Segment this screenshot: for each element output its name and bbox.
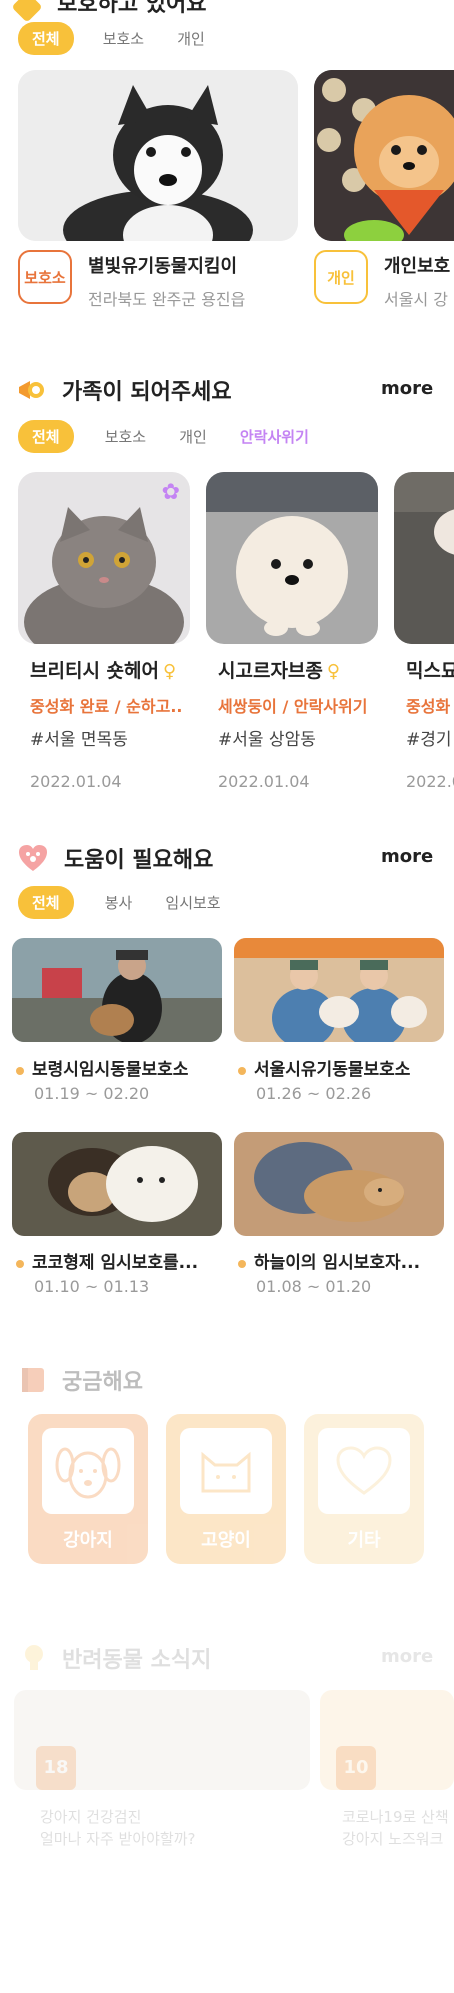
paw-heart-icon: [18, 844, 48, 872]
faq-section-header: 궁금해요: [20, 1364, 143, 1396]
news-day-badge-1: 18: [36, 1746, 76, 1790]
help-item-2-name: 서울시유기동물보호소: [254, 1060, 411, 1080]
top-section-icon: [11, 0, 43, 23]
help-item-2-dates: 01.26 ~ 02.26: [256, 1084, 372, 1103]
help-photo-1[interactable]: [12, 938, 222, 1042]
sigor-dog-photo[interactable]: [206, 472, 378, 644]
husky-photo[interactable]: [18, 70, 298, 241]
faq-etc-label: 기타: [347, 1530, 381, 1551]
news-section-title: 반려동물 소식지: [62, 1648, 212, 1673]
filter-all[interactable]: 전체: [18, 886, 74, 919]
filter-euthanasia-risk[interactable]: 안락사위기: [226, 420, 323, 453]
female-icon: ♀: [162, 661, 177, 682]
family-card-2-name: 시고르자브종: [218, 660, 323, 682]
help-item-4-name: 하늘이의 임시보호자...: [254, 1253, 421, 1273]
family-section-title: 가족이 되어주세요: [62, 380, 232, 405]
bullet-dot: [238, 1259, 246, 1268]
book-icon: [20, 1366, 46, 1394]
family-card-2-date: 2022.01.04: [218, 772, 310, 791]
filter-personal[interactable]: 개인: [165, 420, 221, 453]
bullet-dot: [16, 1066, 24, 1075]
dog-face-icon: [42, 1428, 134, 1514]
top-card-1-location: 전라북도 완주군 용진읍: [88, 290, 246, 309]
news-item-2-subtitle: 강아지 노즈워크: [342, 1830, 444, 1848]
help-more-link[interactable]: more: [381, 846, 433, 867]
top-card-2-location: 서울시 강: [384, 290, 448, 309]
help-item-3-name: 코코형제 임시보호를...: [32, 1253, 199, 1273]
news-item-2[interactable]: 코로나19로 산책 강아지 노즈워크: [342, 1806, 454, 1850]
family-more-link[interactable]: more: [381, 378, 433, 399]
british-shorthair-photo[interactable]: ✿: [18, 472, 190, 644]
help-photo-3[interactable]: [12, 1132, 222, 1236]
top-section-title: 보호하고 있어요: [57, 0, 207, 17]
family-card-1-name: 브리티시 숏헤어: [30, 660, 159, 682]
help-photo-4[interactable]: [234, 1132, 444, 1236]
filter-volunteer[interactable]: 봉사: [91, 886, 147, 919]
faq-cat-card[interactable]: 고양이: [166, 1414, 286, 1564]
personal-badge: 개인: [314, 250, 368, 304]
megaphone-icon: [16, 377, 46, 403]
flower-icon[interactable]: ✿: [162, 480, 180, 505]
news-item-1-subtitle: 얼마나 자주 받아야할까?: [40, 1830, 196, 1848]
filter-shelter[interactable]: 보호소: [91, 420, 160, 453]
news-item-2-title: 코로나19로 산책: [342, 1808, 449, 1826]
top-filter-row: 전체 보호소 개인: [18, 22, 219, 55]
filter-all[interactable]: 전체: [18, 420, 74, 453]
heart-icon: [318, 1428, 410, 1514]
help-item-1-name: 보령시임시동물보호소: [32, 1060, 189, 1080]
help-filter-row: 전체 봉사 임시보호: [18, 886, 235, 919]
faq-section-title: 궁금해요: [62, 1370, 143, 1395]
shelter-badge: 보호소: [18, 250, 72, 304]
lightbulb-icon: [22, 1643, 46, 1673]
top-card-1-info[interactable]: 별빛유기동물지킴이 전라북도 완주군 용진읍: [88, 252, 245, 310]
filter-temp-care[interactable]: 임시보호: [151, 886, 234, 919]
faq-dog-label: 강아지: [63, 1530, 113, 1551]
mix-cat-photo[interactable]: [394, 472, 454, 644]
pomeranian-photo[interactable]: [314, 70, 454, 241]
top-card-2-name: 개인보호: [384, 256, 451, 277]
cat-face-icon: [180, 1428, 272, 1514]
family-card-1[interactable]: 브리티시 숏헤어 ♀ 중성화 완료 / 순하고.. #서울 면목동 2022.01…: [30, 656, 200, 791]
top-section-header: 보호하고 있어요: [11, 0, 207, 23]
help-item-1[interactable]: 보령시임시동물보호소 01.19 ~ 02.20: [16, 1055, 188, 1103]
family-card-2-location: #서울 상암동: [218, 730, 316, 750]
help-item-2[interactable]: 서울시유기동물보호소 01.26 ~ 02.26: [238, 1055, 410, 1103]
family-card-2[interactable]: 시고르자브종 ♀ 세쌍둥이 / 안락사위기 #서울 상암동 2022.01.04: [218, 656, 388, 791]
news-day-badge-2: 10: [336, 1746, 376, 1790]
faq-etc-card[interactable]: 기타: [304, 1414, 424, 1564]
bullet-dot: [16, 1259, 24, 1268]
family-card-1-location: #서울 면목동: [30, 730, 128, 750]
female-icon: ♀: [326, 661, 341, 682]
family-section-header: 가족이 되어주세요: [16, 374, 232, 406]
top-card-1-name: 별빛유기동물지킴이: [88, 256, 238, 277]
family-card-2-status: 세쌍둥이 / 안락사위기: [218, 697, 368, 716]
help-item-3-dates: 01.10 ~ 01.13: [34, 1277, 150, 1296]
help-section-title: 도움이 필요해요: [64, 848, 214, 873]
family-card-3-status: 중성화: [406, 697, 451, 716]
family-card-1-status: 중성화 완료 / 순하고..: [30, 697, 183, 716]
family-card-3-date: 2022.0: [406, 772, 454, 791]
family-card-3-location: #경기: [406, 730, 452, 750]
help-item-3[interactable]: 코코형제 임시보호를... 01.10 ~ 01.13: [16, 1248, 198, 1296]
help-item-4[interactable]: 하늘이의 임시보호자... 01.08 ~ 01.20: [238, 1248, 420, 1296]
family-filter-row: 전체 보호소 개인 안락사위기: [18, 420, 323, 453]
news-more-link[interactable]: more: [381, 1646, 433, 1667]
bullet-dot: [238, 1066, 246, 1075]
faq-dog-card[interactable]: 강아지: [28, 1414, 148, 1564]
news-section-header: 반려동물 소식지: [22, 1642, 211, 1674]
news-item-1[interactable]: 강아지 건강검진 얼마나 자주 받아야할까?: [40, 1806, 196, 1850]
help-item-4-dates: 01.08 ~ 01.20: [256, 1277, 372, 1296]
filter-personal[interactable]: 개인: [163, 22, 219, 55]
news-item-1-title: 강아지 건강검진: [40, 1808, 142, 1826]
top-card-2-info[interactable]: 개인보호 서울시 강: [384, 252, 454, 310]
help-section-header: 도움이 필요해요: [18, 842, 213, 874]
help-item-1-dates: 01.19 ~ 02.20: [34, 1084, 150, 1103]
family-card-1-date: 2022.01.04: [30, 772, 122, 791]
filter-shelter[interactable]: 보호소: [89, 22, 158, 55]
faq-cat-label: 고양이: [201, 1530, 251, 1551]
family-card-3[interactable]: 믹스묘 중성화 #경기 2022.0: [406, 656, 454, 791]
help-photo-2[interactable]: [234, 938, 444, 1042]
family-card-3-name: 믹스묘: [406, 660, 454, 682]
filter-all[interactable]: 전체: [18, 22, 74, 55]
